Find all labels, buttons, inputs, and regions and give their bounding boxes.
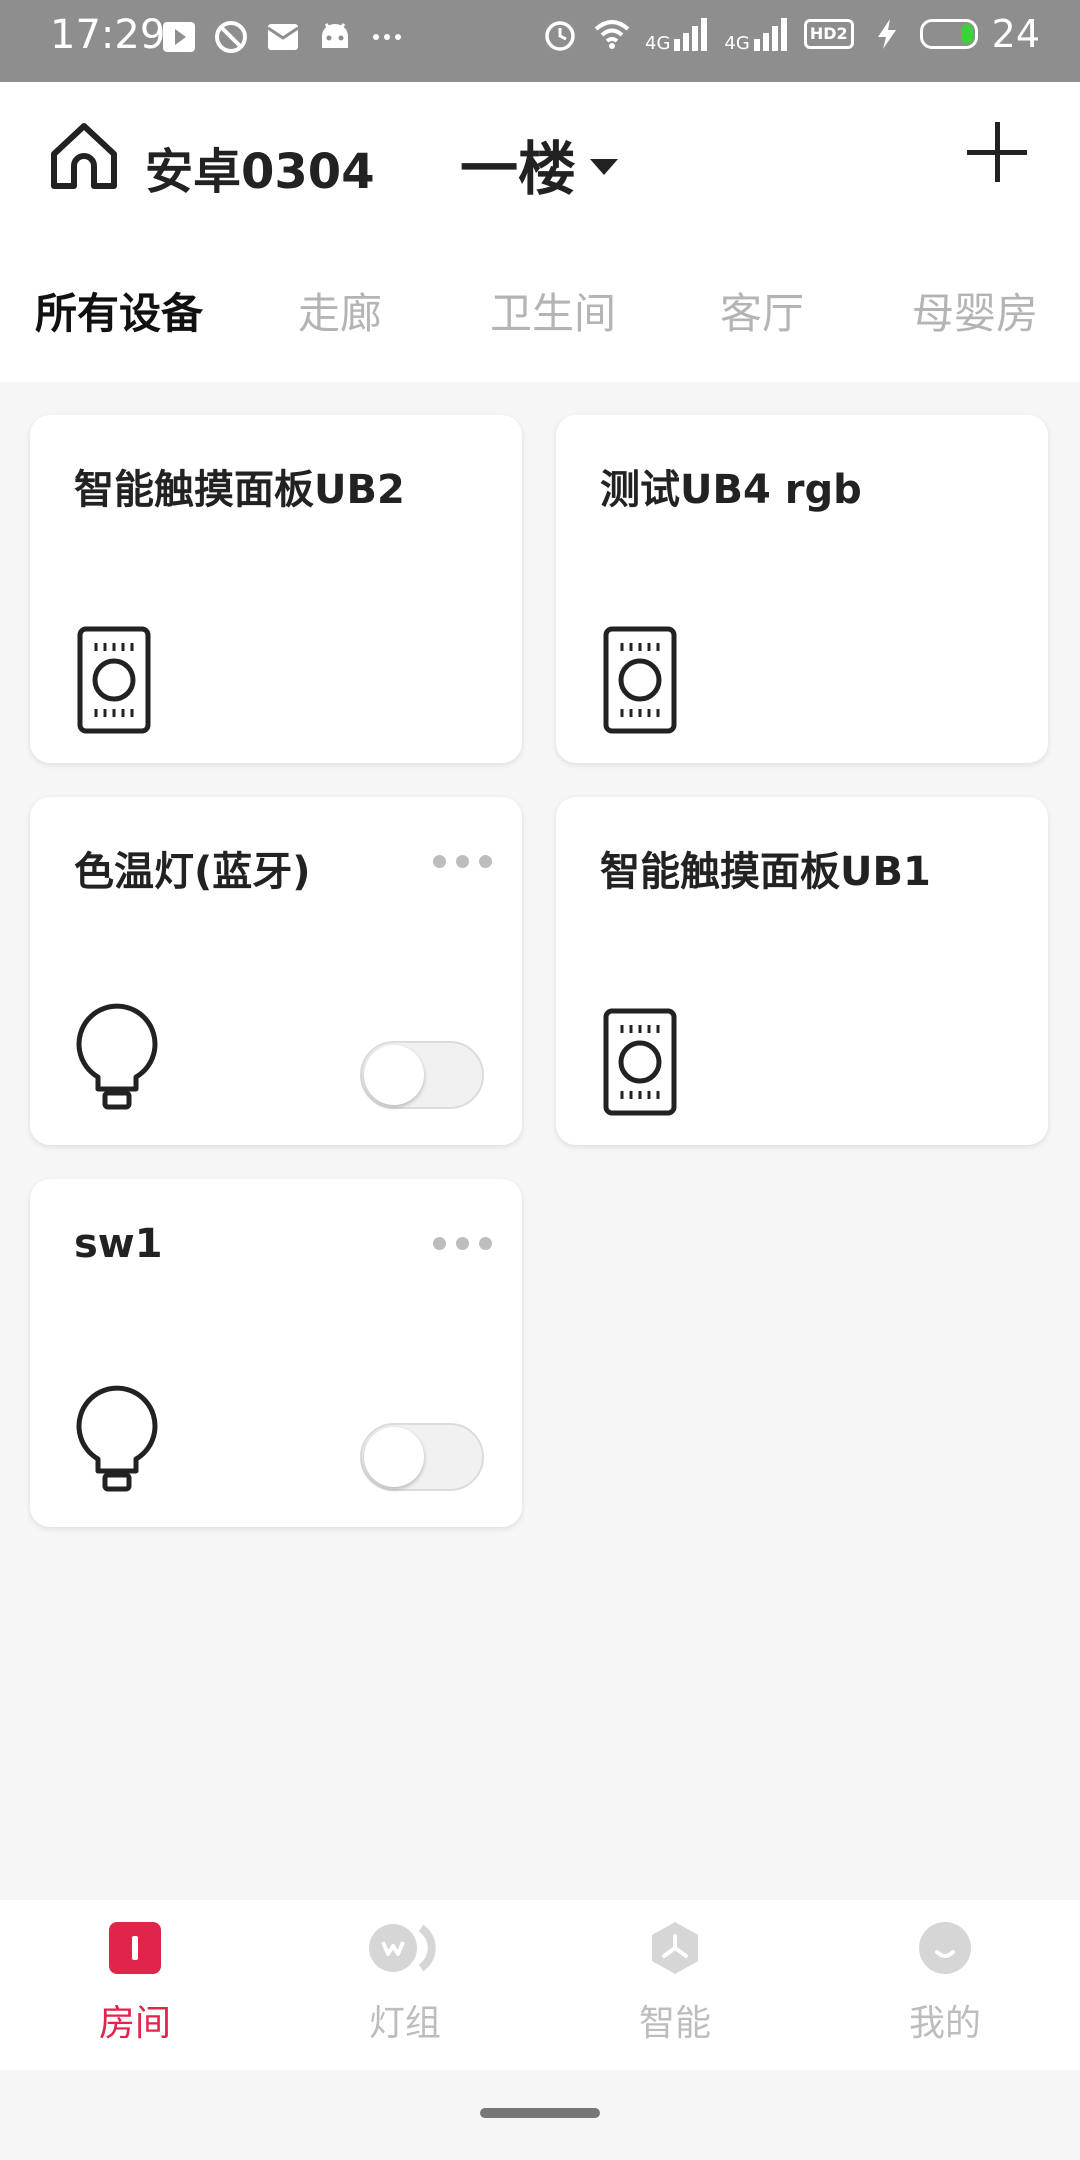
device-card[interactable]: 智能触摸面板UB2 (30, 415, 522, 763)
add-device-button[interactable] (965, 120, 1029, 184)
nav-label: 我的 (908, 2003, 981, 2044)
nav-light-groups[interactable]: 灯组 (325, 1920, 485, 2046)
status-bar: 17:29 4G 4G HD2 24 (0, 0, 1080, 82)
room-icon (109, 1922, 161, 1974)
battery-icon (919, 19, 978, 49)
device-name: 智能触摸面板UB1 (600, 849, 931, 895)
floor-label: 一楼 (460, 135, 577, 203)
light-group-icon (369, 1924, 436, 1972)
network-badge: 4G (645, 33, 671, 54)
device-name: 测试UB4 rgb (600, 467, 862, 513)
status-time: 17:29 (50, 12, 166, 58)
do-not-disturb-icon (215, 21, 247, 53)
caret-down-icon (590, 159, 619, 175)
more-options-icon[interactable] (433, 855, 492, 868)
power-toggle[interactable] (360, 1423, 484, 1491)
power-toggle[interactable] (360, 1041, 484, 1109)
mail-icon (267, 24, 299, 50)
light-bulb-icon (76, 1003, 158, 1110)
profile-icon (919, 1922, 971, 1974)
room-tabs: 所有设备 走廊 卫生间 客厅 母婴房 (0, 280, 1080, 350)
more-dots-icon (373, 34, 401, 40)
tab-all-devices[interactable]: 所有设备 (35, 280, 203, 341)
tab-living-room[interactable]: 客厅 (720, 280, 804, 341)
device-card[interactable]: 色温灯(蓝牙) (30, 797, 522, 1145)
nav-profile[interactable]: 我的 (865, 1920, 1025, 2046)
nav-rooms[interactable]: 房间 (55, 1920, 215, 2046)
hd-icon: HD2 (803, 19, 854, 49)
touch-panel-icon (77, 626, 151, 734)
signal-icon (674, 18, 708, 51)
device-card[interactable]: sw1 (30, 1179, 522, 1527)
smart-icon (652, 1922, 698, 1974)
signal-group-1: 4G (645, 15, 710, 53)
tab-nursery[interactable]: 母婴房 (912, 280, 1038, 341)
light-bulb-icon (76, 1385, 158, 1492)
nav-label: 智能 (638, 2003, 711, 2044)
alarm-icon (545, 21, 575, 51)
home-icon[interactable] (48, 120, 120, 192)
battery-level: 24 (991, 12, 1040, 56)
tab-corridor[interactable]: 走廊 (298, 280, 382, 341)
home-name[interactable]: 安卓0304 (145, 132, 375, 202)
tab-bathroom[interactable]: 卫生间 (490, 280, 616, 341)
signal-group-2: 4G (724, 15, 789, 53)
nav-label: 房间 (98, 2003, 171, 2044)
status-right-icons: 4G 4G HD2 24 (541, 12, 1040, 56)
network-badge-2: 4G (724, 33, 750, 54)
device-name: 色温灯(蓝牙) (74, 849, 311, 895)
floor-selector[interactable]: 一楼 (460, 122, 619, 206)
more-options-icon[interactable] (433, 1237, 492, 1250)
touch-panel-icon (603, 1008, 677, 1116)
nav-smart[interactable]: 智能 (595, 1920, 755, 2046)
charging-icon (877, 19, 896, 49)
play-icon (163, 22, 195, 52)
bottom-nav: 房间 灯组 智能 我的 (0, 1900, 1080, 2070)
wifi-icon (594, 20, 630, 49)
touch-panel-icon (603, 626, 677, 734)
home-indicator[interactable] (480, 2108, 600, 2118)
signal-icon (753, 18, 787, 51)
device-card[interactable]: 测试UB4 rgb (556, 415, 1048, 763)
android-icon (322, 23, 348, 48)
device-card[interactable]: 智能触摸面板UB1 (556, 797, 1048, 1145)
nav-label: 灯组 (368, 2003, 441, 2044)
status-left-icons (160, 18, 406, 56)
device-name: sw1 (74, 1221, 163, 1267)
device-name: 智能触摸面板UB2 (74, 467, 405, 513)
